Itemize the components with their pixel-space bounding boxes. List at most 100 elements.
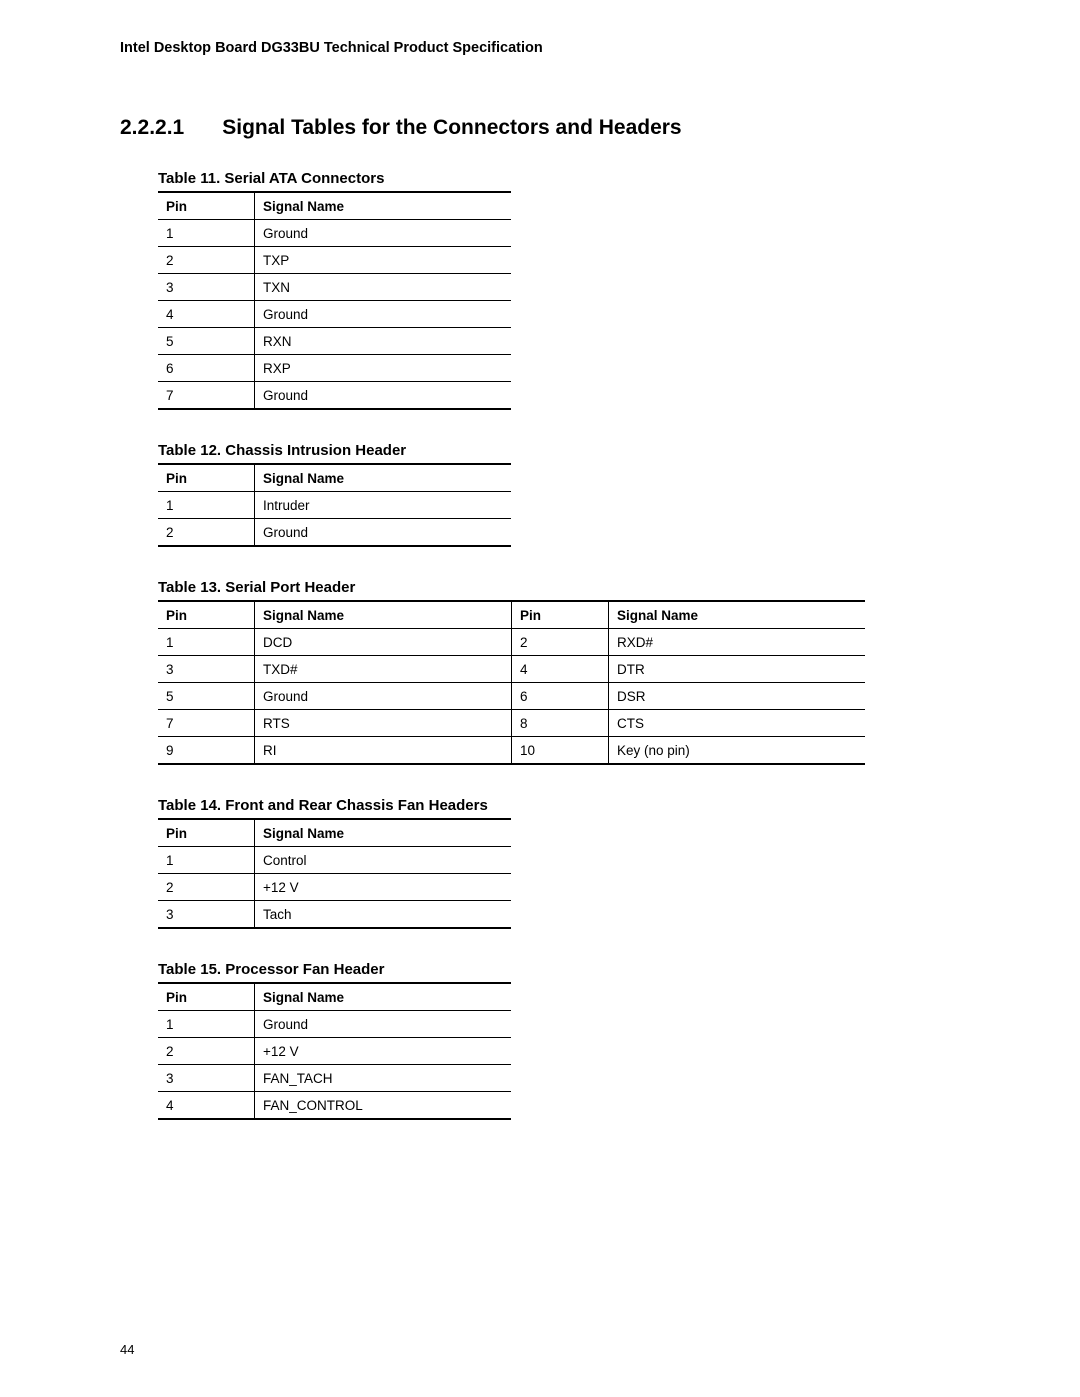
cell-pin: 8 — [512, 710, 609, 737]
table-13-block: Table 13. Serial Port Header Pin Signal … — [158, 579, 960, 765]
cell-signal: Ground — [255, 382, 512, 410]
cell-pin: 1 — [158, 492, 255, 519]
cell-pin: 1 — [158, 629, 255, 656]
table-row: 2+12 V — [158, 874, 511, 901]
cell-signal: CTS — [609, 710, 866, 737]
table-row: 1Intruder — [158, 492, 511, 519]
cell-pin: 9 — [158, 737, 255, 765]
section-title: Signal Tables for the Connectors and Hea… — [222, 116, 681, 139]
cell-signal: FAN_TACH — [255, 1065, 512, 1092]
cell-pin: 3 — [158, 1065, 255, 1092]
table-row: 1Ground — [158, 1011, 511, 1038]
cell-signal: RI — [255, 737, 512, 765]
cell-signal: Ground — [255, 301, 512, 328]
cell-signal: Control — [255, 847, 512, 874]
cell-signal: FAN_CONTROL — [255, 1092, 512, 1120]
col-header-pin: Pin — [512, 601, 609, 629]
cell-signal: RTS — [255, 710, 512, 737]
table-row: 1Ground — [158, 220, 511, 247]
cell-signal: +12 V — [255, 874, 512, 901]
cell-signal: RXP — [255, 355, 512, 382]
table-row: 6RXP — [158, 355, 511, 382]
cell-signal: DSR — [609, 683, 866, 710]
table-14-title: Table 14. Front and Rear Chassis Fan Hea… — [158, 797, 960, 814]
cell-signal: DCD — [255, 629, 512, 656]
page: Intel Desktop Board DG33BU Technical Pro… — [0, 0, 1080, 1397]
table-14: Pin Signal Name 1Control 2+12 V 3Tach — [158, 818, 511, 929]
table-row: 4FAN_CONTROL — [158, 1092, 511, 1120]
cell-pin: 5 — [158, 683, 255, 710]
cell-signal: TXN — [255, 274, 512, 301]
cell-signal: TXD# — [255, 656, 512, 683]
table-row: 1DCD2RXD# — [158, 629, 865, 656]
table-14-block: Table 14. Front and Rear Chassis Fan Hea… — [158, 797, 960, 929]
table-12: Pin Signal Name 1Intruder 2Ground — [158, 463, 511, 547]
col-header-signal: Signal Name — [255, 192, 512, 220]
section-heading: 2.2.2.1 Signal Tables for the Connectors … — [120, 116, 960, 140]
cell-pin: 4 — [158, 301, 255, 328]
table-row: 3FAN_TACH — [158, 1065, 511, 1092]
table-row: 2Ground — [158, 519, 511, 547]
table-row: 3TXN — [158, 274, 511, 301]
table-row: 7Ground — [158, 382, 511, 410]
col-header-signal: Signal Name — [255, 464, 512, 492]
table-13-title: Table 13. Serial Port Header — [158, 579, 960, 596]
table-15-block: Table 15. Processor Fan Header Pin Signa… — [158, 961, 960, 1120]
col-header-signal: Signal Name — [255, 601, 512, 629]
table-15-title: Table 15. Processor Fan Header — [158, 961, 960, 978]
cell-pin: 7 — [158, 710, 255, 737]
cell-pin: 1 — [158, 220, 255, 247]
table-11-block: Table 11. Serial ATA Connectors Pin Sign… — [158, 170, 960, 410]
cell-signal: Tach — [255, 901, 512, 929]
col-header-pin: Pin — [158, 983, 255, 1011]
cell-pin: 3 — [158, 274, 255, 301]
col-header-signal: Signal Name — [255, 819, 512, 847]
table-12-block: Table 12. Chassis Intrusion Header Pin S… — [158, 442, 960, 547]
cell-signal: TXP — [255, 247, 512, 274]
table-row: 3Tach — [158, 901, 511, 929]
cell-pin: 6 — [512, 683, 609, 710]
col-header-pin: Pin — [158, 601, 255, 629]
cell-signal: Ground — [255, 683, 512, 710]
table-row: 2TXP — [158, 247, 511, 274]
table-row: 7RTS8CTS — [158, 710, 865, 737]
table-11: Pin Signal Name 1Ground 2TXP 3TXN 4Groun… — [158, 191, 511, 410]
cell-signal: DTR — [609, 656, 866, 683]
cell-pin: 1 — [158, 1011, 255, 1038]
cell-signal: Ground — [255, 1011, 512, 1038]
table-row: 9RI10Key (no pin) — [158, 737, 865, 765]
table-12-title: Table 12. Chassis Intrusion Header — [158, 442, 960, 459]
cell-pin: 3 — [158, 901, 255, 929]
running-head: Intel Desktop Board DG33BU Technical Pro… — [120, 40, 960, 56]
table-row: 4Ground — [158, 301, 511, 328]
cell-signal: Intruder — [255, 492, 512, 519]
table-row: 5RXN — [158, 328, 511, 355]
cell-pin: 5 — [158, 328, 255, 355]
table-row: 3TXD#4DTR — [158, 656, 865, 683]
cell-signal: Key (no pin) — [609, 737, 866, 765]
cell-pin: 2 — [158, 519, 255, 547]
cell-pin: 7 — [158, 382, 255, 410]
cell-signal: RXN — [255, 328, 512, 355]
section-number: 2.2.2.1 — [120, 116, 184, 140]
table-13: Pin Signal Name Pin Signal Name 1DCD2RXD… — [158, 600, 865, 765]
col-header-pin: Pin — [158, 464, 255, 492]
col-header-signal: Signal Name — [609, 601, 866, 629]
cell-pin: 4 — [158, 1092, 255, 1120]
page-number: 44 — [120, 1342, 134, 1357]
cell-signal: Ground — [255, 519, 512, 547]
cell-pin: 2 — [158, 874, 255, 901]
cell-signal: +12 V — [255, 1038, 512, 1065]
cell-pin: 3 — [158, 656, 255, 683]
table-11-title: Table 11. Serial ATA Connectors — [158, 170, 960, 187]
cell-pin: 10 — [512, 737, 609, 765]
col-header-pin: Pin — [158, 192, 255, 220]
cell-signal: Ground — [255, 220, 512, 247]
cell-pin: 6 — [158, 355, 255, 382]
table-15: Pin Signal Name 1Ground 2+12 V 3FAN_TACH… — [158, 982, 511, 1120]
cell-pin: 4 — [512, 656, 609, 683]
table-row: 5Ground6DSR — [158, 683, 865, 710]
table-row: 2+12 V — [158, 1038, 511, 1065]
table-row: 1Control — [158, 847, 511, 874]
cell-pin: 2 — [512, 629, 609, 656]
